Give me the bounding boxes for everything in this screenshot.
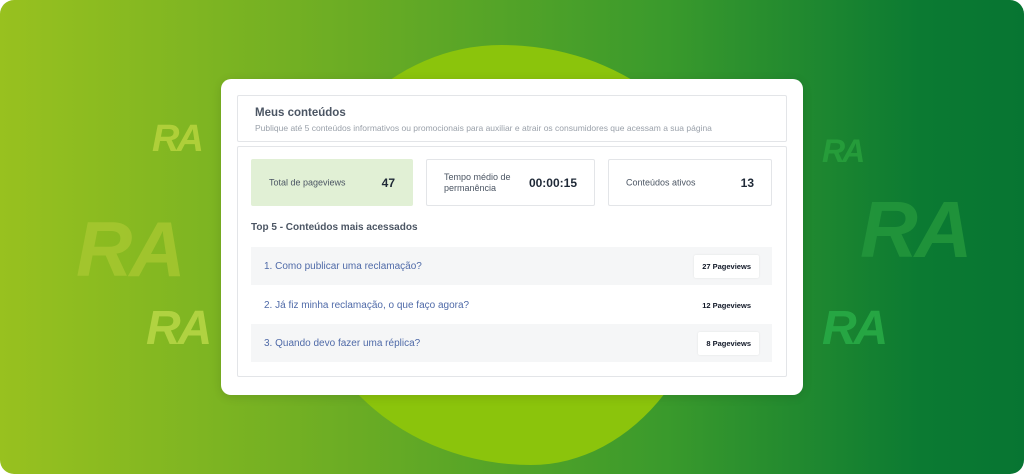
ra-watermark-logo: RA: [822, 302, 888, 355]
stat-value: 13: [740, 175, 754, 190]
card-subtitle: Publique até 5 conteúdos informativos ou…: [255, 123, 712, 133]
ra-watermark-logo: RA: [152, 118, 204, 160]
content-card: Meus conteúdos Publique até 5 conteúdos …: [221, 79, 803, 395]
ra-watermark-logo: RA: [822, 133, 865, 169]
stat-total-pageviews: Total de pageviews 47: [251, 159, 413, 206]
card-body: Total de pageviews 47 Tempo médio de per…: [237, 146, 787, 377]
ra-watermark-logo: RA: [860, 185, 973, 274]
list-item: 2. Já fiz minha reclamação, o que faço a…: [251, 286, 772, 324]
pageviews-badge: 27 Pageviews: [694, 254, 759, 278]
ra-watermark-logo: RA: [76, 205, 186, 293]
content-link[interactable]: 3. Quando devo fazer uma réplica?: [264, 338, 420, 349]
stat-label: Total de pageviews: [269, 176, 346, 187]
stat-label: Tempo médio de permanência: [444, 171, 511, 193]
list-item: 3. Quando devo fazer uma réplica? 8 Page…: [251, 324, 772, 362]
content-link[interactable]: 2. Já fiz minha reclamação, o que faço a…: [264, 300, 469, 311]
stat-active-contents: Conteúdos ativos 13: [608, 159, 772, 206]
stat-label: Conteúdos ativos: [626, 176, 696, 187]
pageviews-badge: 8 Pageviews: [698, 331, 759, 355]
stat-value: 00:00:15: [528, 175, 577, 190]
content-link[interactable]: 1. Como publicar uma reclamação?: [264, 261, 422, 272]
top-contents-title: Top 5 - Conteúdos mais acessados: [251, 222, 418, 233]
stat-average-time: Tempo médio de permanência 00:00:15: [426, 159, 595, 206]
card-header: Meus conteúdos Publique até 5 conteúdos …: [237, 95, 787, 142]
pageviews-badge: 12 Pageviews: [694, 293, 759, 317]
ra-watermark-logo: RA: [146, 302, 212, 355]
stat-value: 47: [381, 175, 395, 190]
card-title: Meus conteúdos: [255, 107, 346, 119]
banner-background: RA RA RA RA RA RA Meus conteúdos Publiqu…: [0, 0, 1024, 474]
list-item: 1. Como publicar uma reclamação? 27 Page…: [251, 247, 772, 285]
